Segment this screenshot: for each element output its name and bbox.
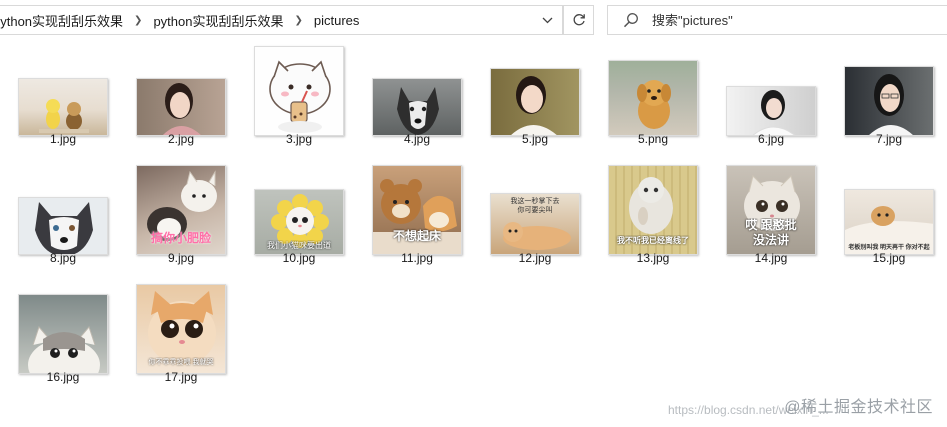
refresh-icon: [573, 14, 585, 26]
chevron-down-icon: [542, 17, 552, 23]
image-thumbnail: 搞你小肥脸: [136, 165, 226, 255]
image-thumbnail: [136, 78, 226, 136]
image-caption: 哎 跟憨批没法讲: [745, 218, 797, 247]
image-thumbnail: 我不听我已经离线了: [608, 165, 698, 255]
address-history-dropdown[interactable]: [532, 6, 562, 34]
file-name: 6.jpg: [757, 132, 785, 146]
image-thumbnail: [372, 78, 462, 136]
image-caption-top: 我这一秒掌下去 你可要尖叫: [510, 198, 560, 214]
file-name: 11.jpg: [401, 251, 433, 265]
image-thumbnail: [844, 66, 934, 136]
file-name: 9.jpg: [167, 251, 195, 265]
file-name: 1.jpg: [49, 132, 77, 146]
image-caption: 老板别叫我 明天再干 你对不起: [848, 245, 930, 251]
file-name: 5.png: [637, 132, 669, 146]
watermark: @稀土掘金技术社区: [784, 399, 933, 416]
image-thumbnail: [18, 78, 108, 136]
file-name: 15.jpg: [872, 251, 906, 265]
image-thumbnail: [18, 294, 108, 374]
image-thumbnail: [254, 46, 344, 136]
breadcrumb-item-current[interactable]: pictures: [308, 6, 366, 34]
search-icon: [620, 9, 642, 31]
chevron-right-icon[interactable]: ❯: [289, 6, 307, 34]
breadcrumb-item[interactable]: python实现刮刮乐效果: [0, 6, 129, 34]
file-list: 1.jpg 2.jpg 3.jpg 4.jpg 5.jpg 5.png 6.jp…: [0, 40, 947, 427]
refresh-button[interactable]: [563, 5, 594, 35]
file-name: 13.jpg: [636, 251, 670, 265]
image-caption: 不想起床: [392, 229, 441, 243]
image-thumbnail: 不想起床: [372, 165, 462, 255]
file-name: 2.jpg: [167, 132, 195, 146]
chevron-right-icon[interactable]: ❯: [129, 6, 147, 34]
image-thumbnail: [490, 68, 580, 136]
file-name: 5.jpg: [521, 132, 549, 146]
file-name: 3.jpg: [285, 132, 313, 146]
file-name: 7.jpg: [875, 132, 903, 146]
image-thumbnail: [18, 197, 108, 255]
file-name: 16.jpg: [46, 370, 80, 384]
search-box[interactable]: [607, 5, 947, 35]
breadcrumb-item[interactable]: python实现刮刮乐效果: [147, 6, 289, 34]
image-thumbnail: 你不乖乖投喂 我就哭: [136, 284, 226, 374]
image-thumbnail: [726, 86, 816, 136]
file-name: 4.jpg: [403, 132, 431, 146]
file-name: 10.jpg: [282, 251, 316, 265]
image-caption: 搞你小肥脸: [150, 231, 211, 245]
file-name: 8.jpg: [49, 251, 77, 265]
file-name: 14.jpg: [754, 251, 788, 265]
address-bar[interactable]: python实现刮刮乐效果 ❯ python实现刮刮乐效果 ❯ pictures: [0, 5, 563, 35]
image-caption: 我不听我已经离线了: [617, 236, 689, 245]
image-thumbnail: 哎 跟憨批没法讲: [726, 165, 816, 255]
image-thumbnail: 我这一秒掌下去 你可要尖叫: [490, 193, 580, 255]
breadcrumb: python实现刮刮乐效果 ❯ python实现刮刮乐效果 ❯ pictures: [0, 6, 532, 34]
image-caption: 你不乖乖投喂 我就哭: [148, 359, 214, 366]
image-thumbnail: 我们小猫咪要出道: [254, 189, 344, 255]
image-thumbnail: [608, 60, 698, 136]
search-input[interactable]: [650, 11, 934, 29]
image-caption: 我们小猫咪要出道: [267, 241, 331, 250]
file-name: 17.jpg: [164, 370, 198, 384]
image-thumbnail: 老板别叫我 明天再干 你对不起: [844, 189, 934, 255]
file-name: 12.jpg: [518, 251, 552, 265]
